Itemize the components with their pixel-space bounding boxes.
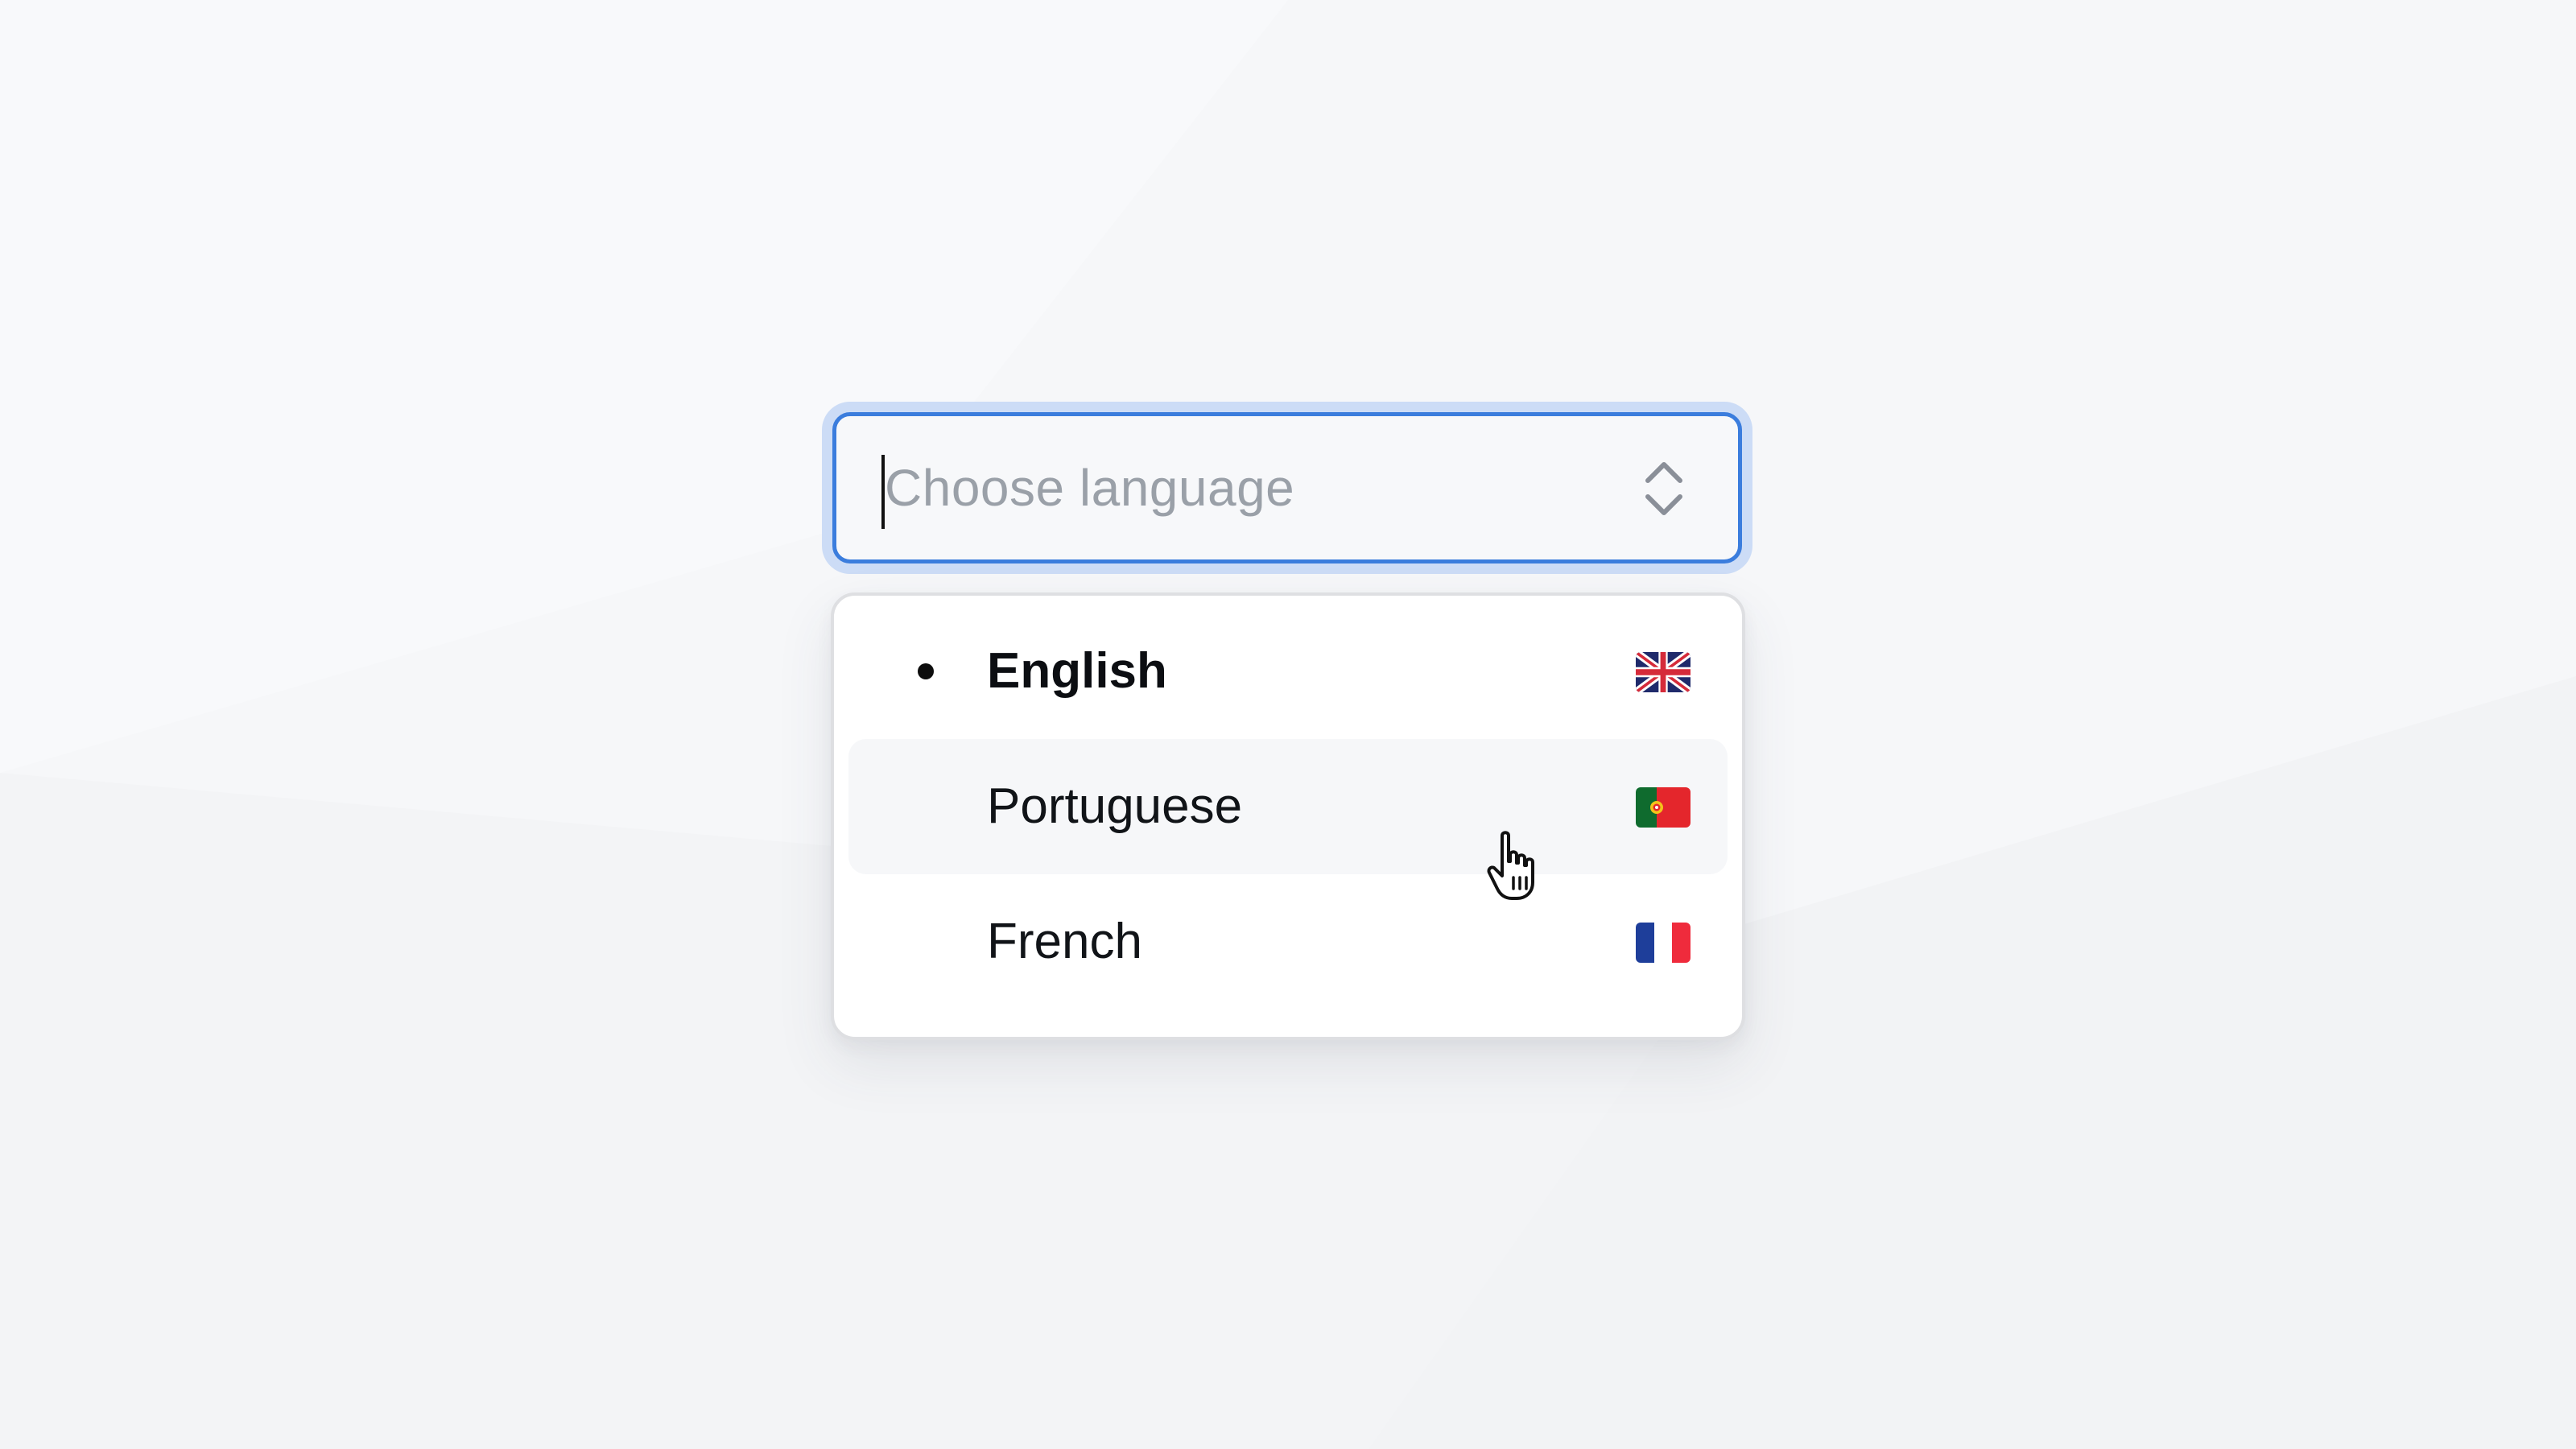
- option-portuguese[interactable]: Portuguese: [848, 739, 1728, 874]
- france-flag-icon: [1636, 923, 1690, 963]
- option-label: English: [987, 643, 1167, 699]
- language-listbox: English Portuguese French: [831, 592, 1745, 1040]
- portugal-flag-icon: [1636, 787, 1690, 828]
- option-label: Portuguese: [987, 778, 1243, 834]
- combobox-placeholder: Choose language: [885, 459, 1295, 517]
- chevron-up-down-icon[interactable]: [1640, 456, 1688, 521]
- uk-flag-icon: [1636, 652, 1690, 692]
- option-french[interactable]: French: [848, 874, 1728, 1009]
- option-english[interactable]: English: [848, 604, 1728, 739]
- option-label: French: [987, 914, 1142, 969]
- hand-pointer-cursor-icon: [1484, 829, 1549, 902]
- language-combobox[interactable]: Choose language: [832, 412, 1742, 564]
- selected-indicator-icon: [918, 663, 934, 679]
